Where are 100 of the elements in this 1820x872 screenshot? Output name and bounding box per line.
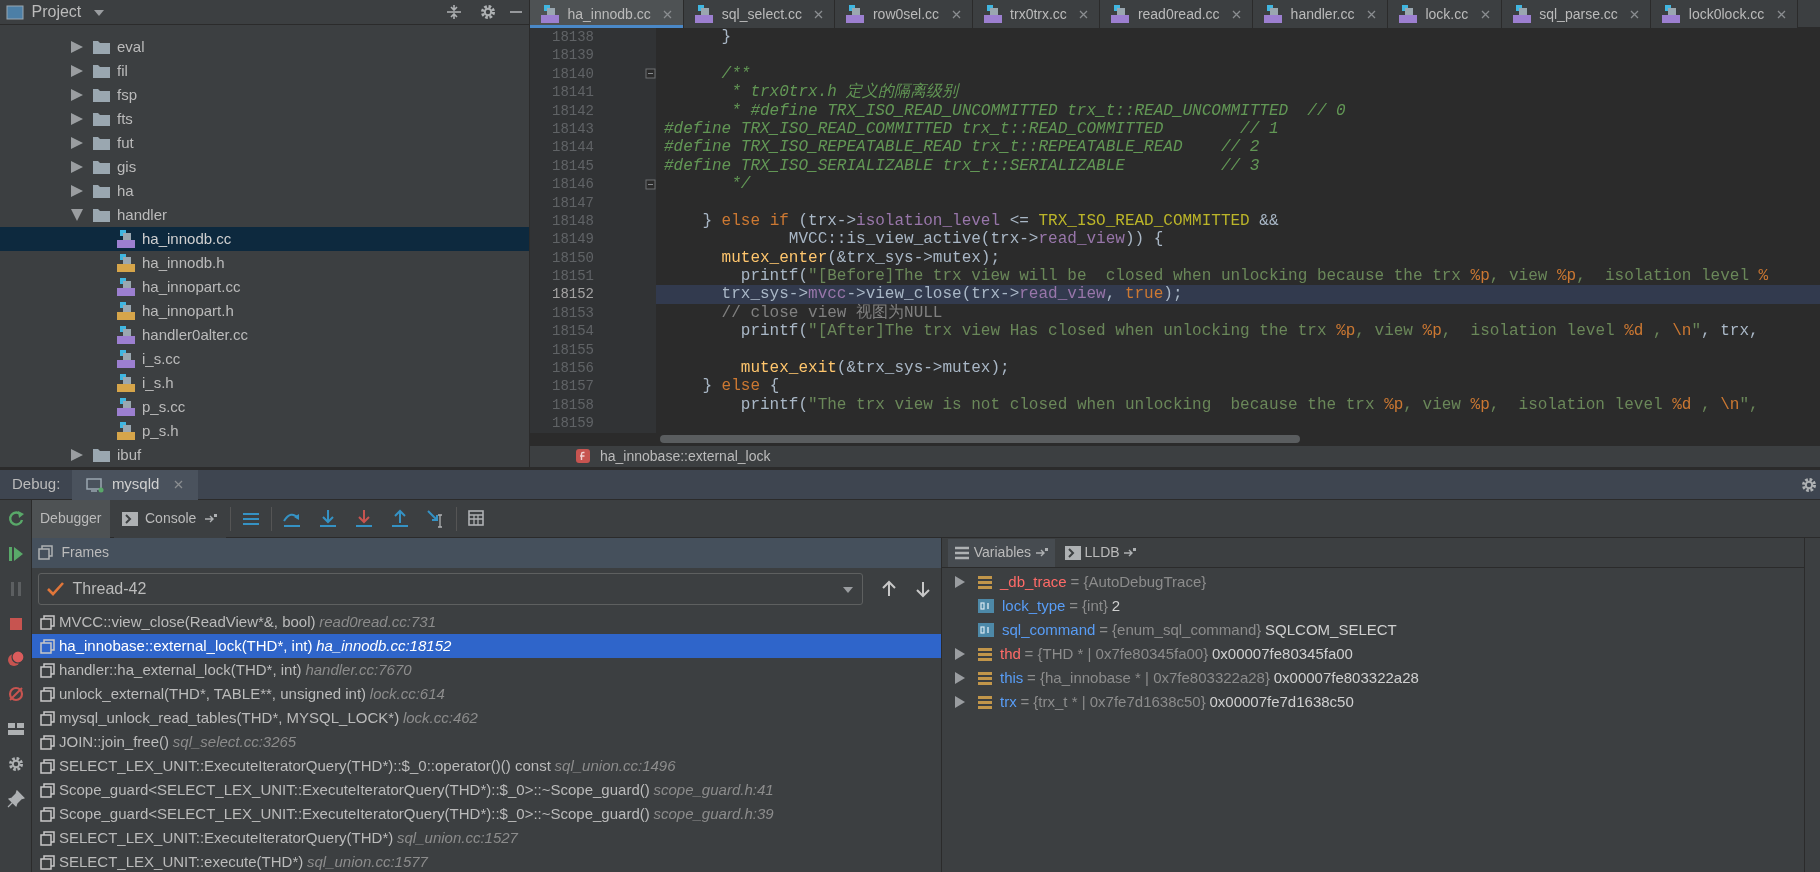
stack-frame[interactable]: handler::ha_external_lock(THD*, int) handler.cc:7670 — [32, 657, 941, 682]
expand-triangle-icon[interactable] — [70, 88, 84, 102]
stack-frame[interactable]: unlock_external(THD*, TABLE**, unsigned int) lock.cc:614 — [32, 681, 941, 706]
tree-item[interactable]: ha — [0, 179, 529, 203]
thread-dropdown[interactable]: Thread-42 — [38, 572, 863, 605]
editor-tab[interactable]: handler.cc — [1253, 0, 1388, 28]
folder-icon — [92, 135, 111, 151]
pin-arrow-icon[interactable] — [1123, 546, 1138, 559]
breadcrumb-link[interactable]: ha_innobase::external_lock — [600, 445, 771, 467]
close-icon[interactable] — [950, 8, 962, 20]
tree-item[interactable]: handler0alter.cc — [0, 323, 529, 347]
variable-item[interactable]: _db_trace = {AutoDebugTrace} — [942, 570, 1804, 594]
breakpoints-icon[interactable] — [6, 650, 25, 668]
tree-item[interactable]: eval — [0, 35, 529, 59]
variables-tab[interactable]: Variables — [948, 538, 1055, 567]
close-icon[interactable] — [1629, 8, 1641, 20]
stack-frame[interactable]: Scope_guard<SELECT_LEX_UNIT::ExecuteIteratorQuery(THD*)::$_0>::~Scope_guard() scope_guard.h:39 — [32, 801, 941, 826]
cpp-file-icon — [845, 5, 866, 23]
rerun-icon[interactable] — [6, 510, 25, 528]
expand-triangle-icon[interactable] — [70, 184, 84, 198]
down-arrow-icon[interactable] — [915, 579, 931, 598]
expand-triangle-icon[interactable] — [70, 160, 84, 174]
tree-item[interactable]: ha_innodb.cc — [0, 227, 529, 251]
scrollbar-thumb[interactable] — [660, 434, 1300, 443]
editor-tab[interactable]: row0sel.cc — [835, 0, 973, 28]
step-out-icon[interactable] — [389, 508, 410, 529]
tree-item[interactable]: ha_innodb.h — [0, 251, 529, 275]
calculator-icon[interactable] — [466, 508, 487, 529]
collapse-all-icon[interactable] — [445, 4, 463, 20]
resume-icon[interactable] — [6, 545, 25, 563]
tree-item[interactable]: i_s.cc — [0, 347, 529, 371]
settings-icon[interactable] — [6, 755, 25, 773]
stack-frame[interactable]: SELECT_LEX_UNIT::execute(THD*) sql_union.cc:1577 — [32, 849, 941, 872]
debugger-tab[interactable]: Debugger — [32, 499, 110, 538]
editor-tab[interactable]: read0read.cc — [1100, 0, 1254, 28]
variable-item[interactable]: thd = {THD * | 0x7fe80345fa00} 0x00007fe80345fa00 — [942, 642, 1804, 666]
stack-frame[interactable]: SELECT_LEX_UNIT::ExecuteIteratorQuery(THD*)::$_0::operator()() const sql_union.cc:1496 — [32, 753, 941, 778]
pin-arrow-icon[interactable] — [203, 512, 218, 525]
close-icon[interactable] — [1365, 8, 1377, 20]
editor-tab[interactable]: ha_innodb.cc — [530, 0, 685, 28]
stack-frame[interactable]: Scope_guard<SELECT_LEX_UNIT::ExecuteIteratorQuery(THD*)::$_0>::~Scope_guard() scope_guard.h:41 — [32, 777, 941, 802]
expand-triangle-icon[interactable] — [954, 671, 966, 685]
variable-item[interactable]: trx = {trx_t * | 0x7fe7d1638c50} 0x00007fe7d1638c50 — [942, 690, 1804, 714]
expand-triangle-icon[interactable] — [70, 40, 84, 54]
tree-item[interactable]: fts — [0, 107, 529, 131]
up-arrow-icon[interactable] — [881, 579, 897, 598]
settings-icon[interactable] — [479, 3, 497, 21]
expand-triangle-icon[interactable] — [70, 448, 84, 462]
stack-frame[interactable]: mysql_unlock_read_tables(THD*, MYSQL_LOCK*) lock.cc:462 — [32, 705, 941, 730]
dropdown-caret-icon[interactable] — [93, 7, 106, 17]
frame-icon — [40, 853, 55, 870]
stack-frame[interactable]: JOIN::join_free() sql_select.cc:3265 — [32, 729, 941, 754]
expand-triangle-icon[interactable] — [70, 64, 84, 78]
tree-item[interactable]: p_s.cc — [0, 395, 529, 419]
close-icon[interactable] — [172, 479, 184, 490]
layout-icon[interactable] — [6, 720, 25, 738]
force-step-into-icon[interactable] — [353, 508, 374, 529]
frame-icon — [40, 613, 55, 630]
tree-item[interactable]: i_s.h — [0, 371, 529, 395]
panel-title[interactable]: Project — [31, 0, 82, 24]
stack-frame[interactable]: SELECT_LEX_UNIT::ExecuteIteratorQuery(THD*) sql_union.cc:1527 — [32, 825, 941, 850]
tree-item[interactable]: p_s.h — [0, 419, 529, 443]
mute-breakpoints-icon[interactable] — [6, 685, 25, 703]
close-icon[interactable] — [1775, 8, 1787, 20]
editor-tab[interactable]: sql_parse.cc — [1501, 0, 1652, 28]
fold-icon[interactable] — [645, 178, 656, 190]
variable-item[interactable]: this = {ha_innobase * | 0x7fe803322a28} 0x00007fe803322a28 — [942, 666, 1804, 690]
tree-item[interactable]: ha_innopart.cc — [0, 275, 529, 299]
editor-tab[interactable]: lock0lock.cc — [1651, 0, 1798, 28]
tree-item[interactable]: fsp — [0, 83, 529, 107]
close-icon[interactable] — [1231, 8, 1243, 20]
expand-triangle-icon[interactable] — [70, 136, 84, 150]
tree-item[interactable]: gis — [0, 155, 529, 179]
close-icon[interactable] — [1479, 8, 1491, 20]
session-tab[interactable]: mysqld — [72, 469, 198, 500]
expand-triangle-icon[interactable] — [954, 695, 966, 709]
expand-triangle-icon[interactable] — [954, 575, 966, 589]
step-into-icon[interactable] — [317, 508, 338, 529]
pin-icon[interactable] — [6, 790, 25, 808]
variable-item[interactable]: sql_command = {enum_sql_command} SQLCOM_SELECT — [942, 618, 1804, 642]
tree-item[interactable]: ibuf — [0, 443, 529, 467]
close-icon[interactable] — [662, 8, 674, 20]
settings-icon[interactable] — [1800, 475, 1818, 494]
close-icon[interactable] — [1078, 8, 1090, 20]
editor-tab[interactable]: sql_select.cc — [684, 0, 836, 28]
close-icon[interactable] — [813, 8, 825, 20]
editor-tab[interactable]: trx0trx.cc — [972, 0, 1101, 28]
expand-triangle-icon[interactable] — [70, 112, 84, 126]
editor-tab[interactable]: lock.cc — [1387, 0, 1502, 28]
variable-item[interactable]: lock_type = {int} 2 — [942, 594, 1804, 618]
tree-item[interactable]: fut — [0, 131, 529, 155]
tree-item[interactable]: handler — [0, 203, 529, 227]
tree-item[interactable]: ha_innopart.h — [0, 299, 529, 323]
tree-item[interactable]: fil — [0, 59, 529, 83]
stack-frame[interactable]: MVCC::view_close(ReadView*&, bool) read0read.cc:731 — [32, 609, 941, 634]
pin-arrow-icon[interactable] — [1034, 546, 1049, 559]
fold-icon[interactable] — [645, 68, 656, 80]
stack-frame[interactable]: ha_innobase::external_lock(THD*, int) ha_innodb.cc:18152 — [32, 633, 941, 658]
expand-triangle-icon[interactable] — [70, 208, 84, 222]
expand-triangle-icon[interactable] — [954, 647, 966, 661]
